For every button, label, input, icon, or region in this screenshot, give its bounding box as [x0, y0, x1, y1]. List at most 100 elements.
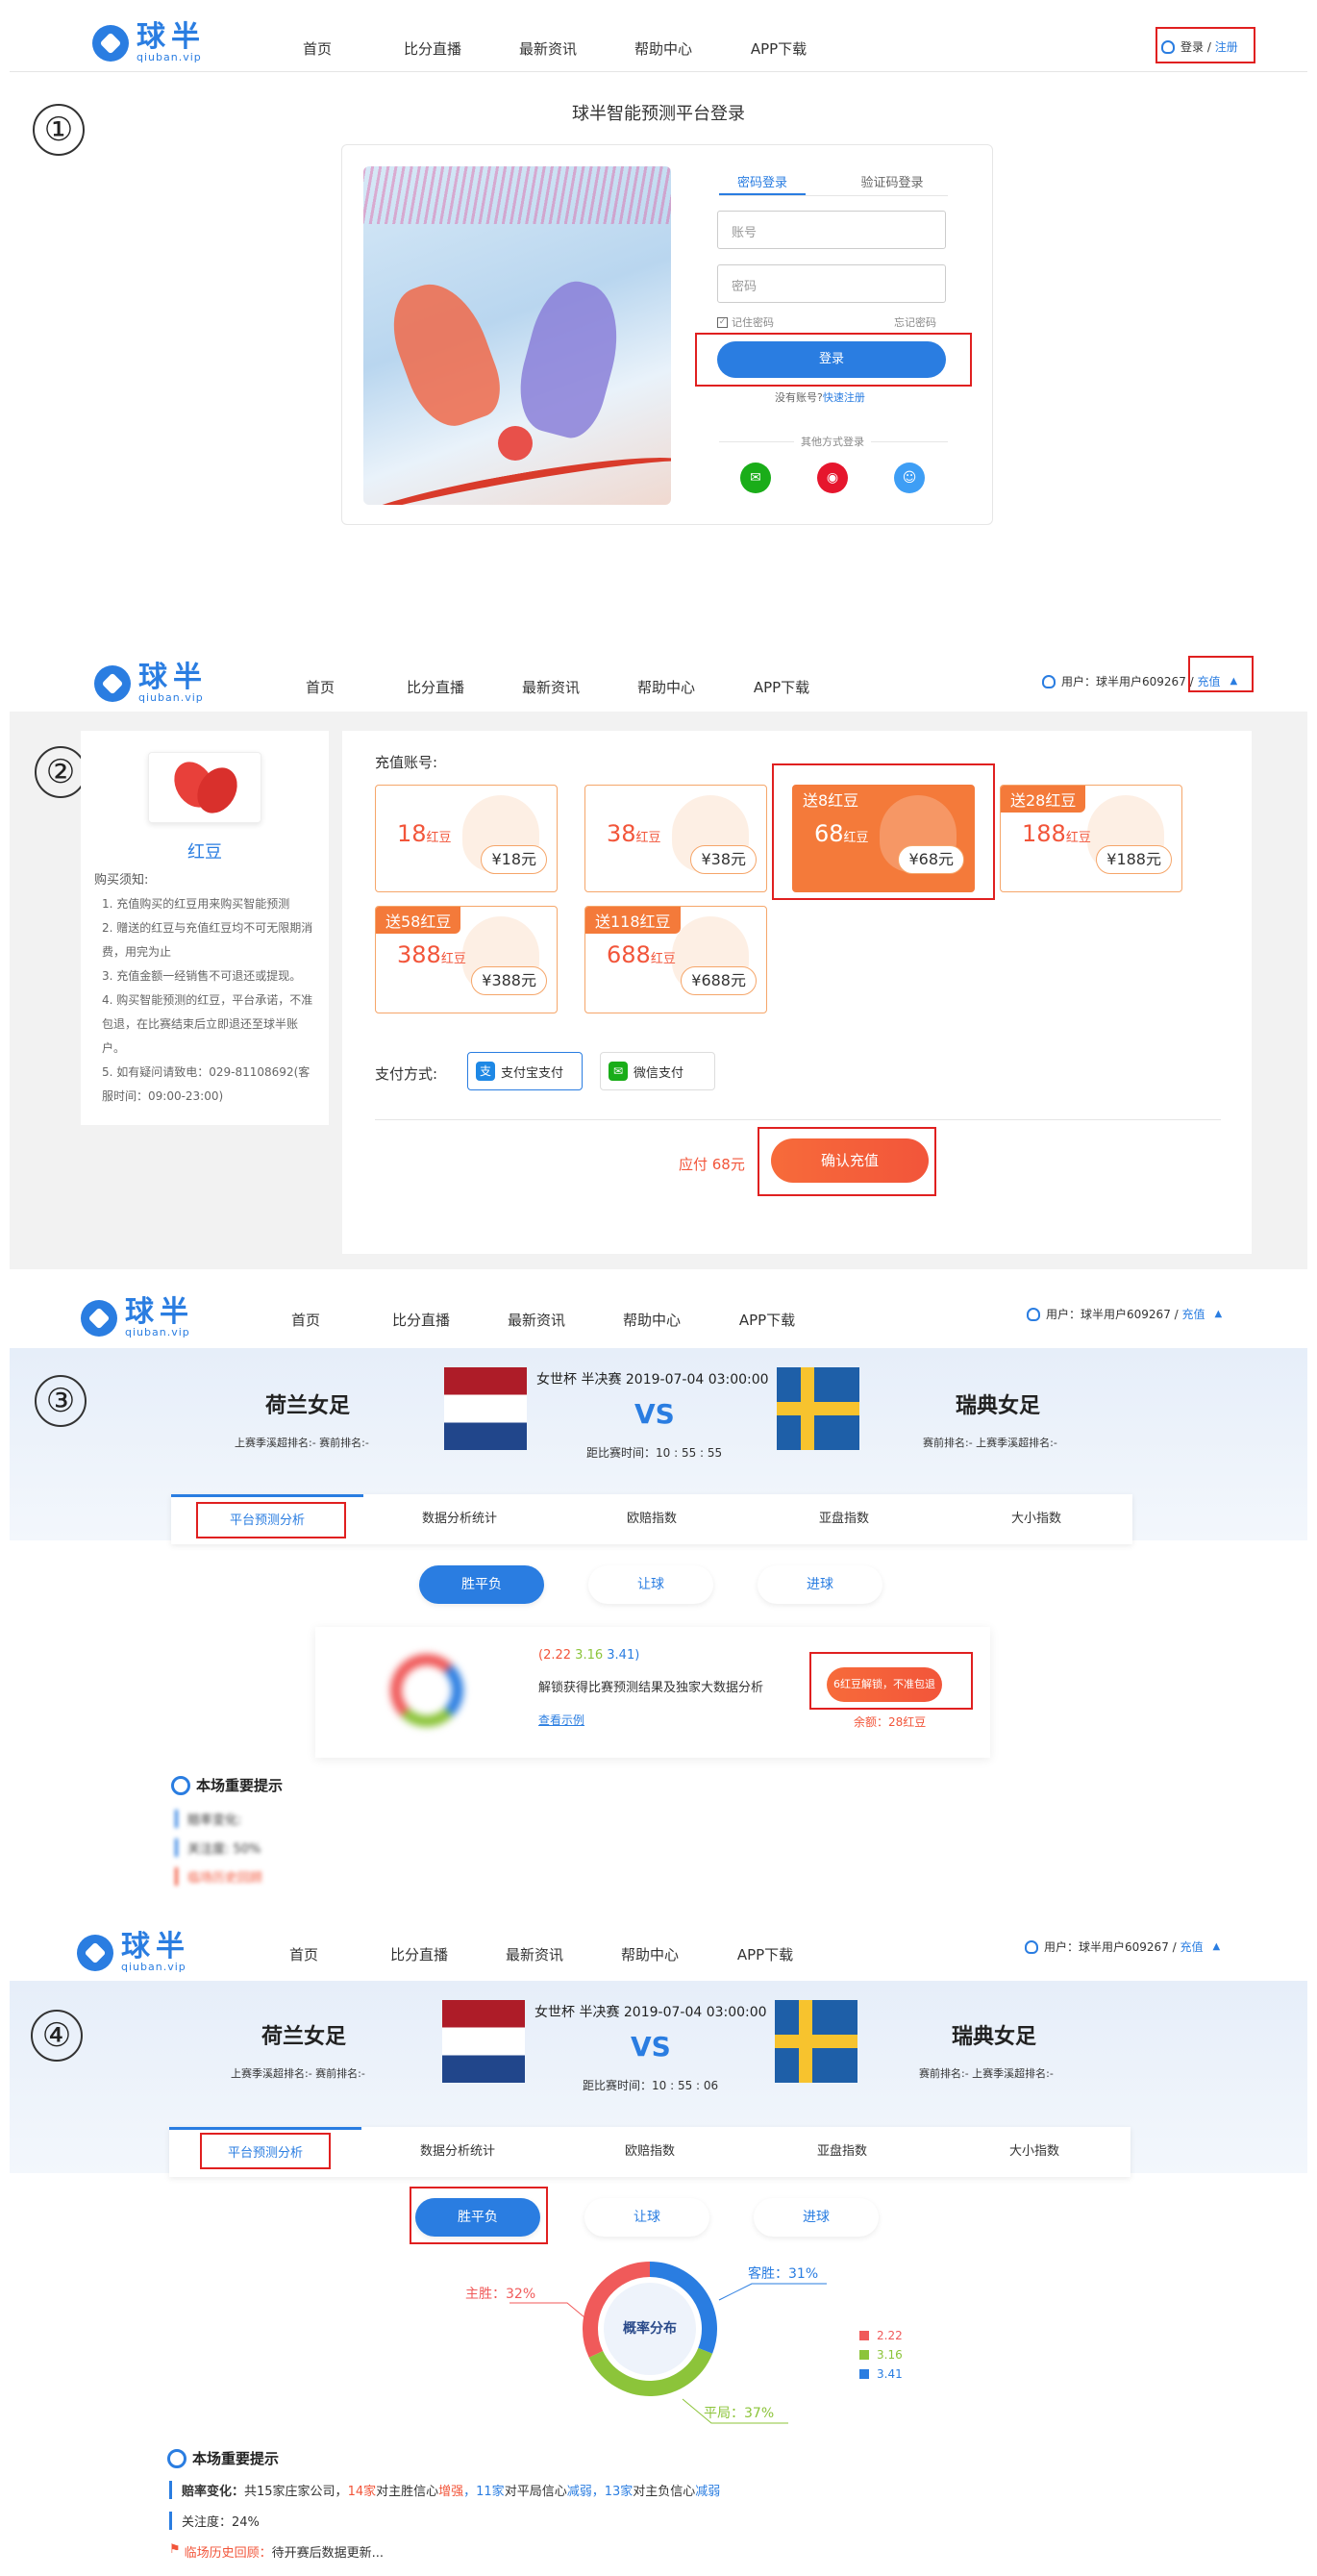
highlight-box: [196, 1502, 346, 1538]
brand-domain: qiuban.vip: [137, 51, 202, 63]
recharge-link[interactable]: 充值: [1182, 1306, 1205, 1322]
notice-item: 5. 如有疑问请致电：029-81108692(客服时间：09:00-23:00…: [102, 1065, 311, 1103]
remember-password[interactable]: ✓ 记住密码: [717, 314, 774, 330]
menu-news[interactable]: 最新资讯: [490, 38, 606, 59]
brand-name: 球半: [121, 1930, 190, 1963]
tab-euro-odds[interactable]: 欧赔指数: [554, 2127, 746, 2177]
wechat-pay-option[interactable]: ✉ 微信支付: [600, 1052, 715, 1090]
menu-app[interactable]: APP下载: [721, 38, 836, 59]
tab-asian-handicap[interactable]: 亚盘指数: [746, 2127, 938, 2177]
pill-handicap[interactable]: 让球: [588, 1565, 713, 1604]
menu-help[interactable]: 帮助中心: [609, 677, 724, 697]
chart-center-label: 概率分布: [623, 2320, 677, 2337]
tab-over-under[interactable]: 大小指数: [938, 2127, 1131, 2177]
logo[interactable]: 球半 qiuban.vip: [94, 663, 208, 703]
brand-name: 球半: [137, 20, 206, 54]
login-illustration: [363, 166, 671, 505]
package-688[interactable]: 送118红豆 688红豆 ¥688元: [584, 906, 767, 1013]
away-team: 瑞典女足: [952, 2025, 1037, 2049]
menu-home[interactable]: 首页: [260, 38, 375, 59]
tab-over-under[interactable]: 大小指数: [940, 1494, 1132, 1544]
menu-live[interactable]: 比分直播: [363, 1310, 479, 1330]
alipay-option[interactable]: 支支付宝支付: [467, 1052, 583, 1090]
divider: [375, 1119, 1221, 1120]
logo[interactable]: 球半 qiuban.vip: [81, 1298, 194, 1338]
logo[interactable]: 球半 qiuban.vip: [92, 23, 206, 63]
brand-domain: qiuban.vip: [125, 1326, 190, 1338]
info-icon: [171, 1775, 190, 1795]
pill-win-draw-loss[interactable]: 胜平负: [419, 1565, 544, 1604]
top-nav-1: 球半 qiuban.vip 首页 比分直播 最新资讯 帮助中心 APP下载 登录 …: [0, 0, 1317, 69]
menu-home[interactable]: 首页: [262, 677, 378, 697]
divider: [10, 71, 1307, 72]
notice-title: 购买须知:: [94, 873, 149, 888]
tab-data-stats[interactable]: 数据分析统计: [363, 1494, 556, 1544]
menu-news[interactable]: 最新资讯: [493, 677, 609, 697]
forgot-password-link[interactable]: 忘记密码: [894, 314, 936, 330]
menu-home[interactable]: 首页: [246, 1944, 361, 1964]
tab-data-stats[interactable]: 数据分析统计: [361, 2127, 554, 2177]
tab-password-login[interactable]: 密码登录: [719, 172, 806, 190]
menu-app[interactable]: APP下载: [708, 1944, 823, 1964]
product-sidebar: 红豆 购买须知: 1. 充值购买的红豆用来购买智能预测 2. 赠送的红豆与充值红…: [81, 731, 329, 1125]
amount-due: 应付 68元: [679, 1156, 745, 1173]
menu-live[interactable]: 比分直播: [375, 38, 490, 59]
gift-badge: 送118红豆: [585, 907, 681, 934]
package-188[interactable]: 送28红豆 188红豆 ¥188元: [1000, 785, 1182, 892]
legend-swatch-away: [859, 2369, 869, 2379]
odds-home: (2.22: [538, 1648, 572, 1663]
recharge-link[interactable]: 充值: [1180, 1938, 1204, 1955]
wechat-icon[interactable]: ✉: [740, 463, 771, 493]
menu-app[interactable]: APP下载: [724, 677, 839, 697]
menu-help[interactable]: 帮助中心: [606, 38, 721, 59]
menu-news[interactable]: 最新资讯: [479, 1310, 594, 1330]
package-38[interactable]: 38红豆 ¥38元: [584, 785, 767, 892]
password-input[interactable]: 密码: [717, 264, 946, 303]
unit: 红豆: [650, 952, 676, 966]
t: 对平局信心: [504, 2485, 567, 2499]
caret-up-icon[interactable]: ▲: [1215, 1309, 1223, 1319]
quick-register-link[interactable]: 快速注册: [823, 391, 865, 404]
menu-live[interactable]: 比分直播: [361, 1944, 477, 1964]
amount: 38: [607, 820, 636, 847]
highlight-box: [200, 2133, 331, 2169]
tab-asian-handicap[interactable]: 亚盘指数: [748, 1494, 940, 1544]
pill-handicap[interactable]: 让球: [584, 2198, 709, 2237]
logo[interactable]: 球半 qiuban.vip: [77, 1933, 190, 1972]
menu-help[interactable]: 帮助中心: [594, 1310, 709, 1330]
package-388[interactable]: 送58红豆 388红豆 ¥388元: [375, 906, 558, 1013]
away-win-label: 客胜：31%: [748, 2265, 818, 2282]
sep: /: [1174, 1307, 1179, 1321]
t: 减弱: [695, 2485, 721, 2499]
package-18[interactable]: 18红豆 ¥18元: [375, 785, 558, 892]
menu-news[interactable]: 最新资讯: [477, 1944, 592, 1964]
account-input[interactable]: 账号: [717, 211, 946, 249]
user-label: 用户：: [1044, 1940, 1080, 1954]
tab-euro-odds[interactable]: 欧赔指数: [556, 1494, 748, 1544]
caret-up-icon[interactable]: ▲: [1213, 1941, 1221, 1952]
package-price: ¥688元: [681, 966, 757, 995]
package-price: ¥18元: [481, 845, 547, 874]
menu-app[interactable]: APP下载: [709, 1310, 825, 1330]
package-price: ¥388元: [471, 966, 547, 995]
menu-home[interactable]: 首页: [248, 1310, 363, 1330]
legend-odds-away: 3.41: [877, 2367, 903, 2381]
ball-icon: [94, 664, 131, 702]
sweden-flag-icon: [775, 2000, 857, 2083]
tab-code-login[interactable]: 验证码登录: [844, 172, 940, 190]
menu-live[interactable]: 比分直播: [378, 677, 493, 697]
qq-icon[interactable]: ☺: [894, 463, 925, 493]
notice-list: 1. 充值购买的红豆用来购买智能预测 2. 赠送的红豆与充值红豆均不可无限期消费…: [102, 892, 313, 1109]
countdown: 距比赛时间：10 : 55 : 06: [583, 2079, 719, 2092]
tips-title: 本场重要提示: [171, 1775, 283, 1795]
menu-help[interactable]: 帮助中心: [592, 1944, 708, 1964]
pill-goals[interactable]: 进球: [754, 2198, 879, 2237]
ball-icon: [77, 1934, 113, 1971]
alipay-label: 支付宝支付: [501, 1065, 564, 1081]
view-example-link[interactable]: 查看示例: [538, 1712, 584, 1728]
checkbox-icon[interactable]: ✓: [717, 316, 728, 328]
weibo-icon[interactable]: ◉: [817, 463, 848, 493]
package-amount: 688红豆: [607, 941, 676, 968]
pill-goals[interactable]: 进球: [758, 1565, 882, 1604]
highlight-box: [410, 2187, 548, 2244]
